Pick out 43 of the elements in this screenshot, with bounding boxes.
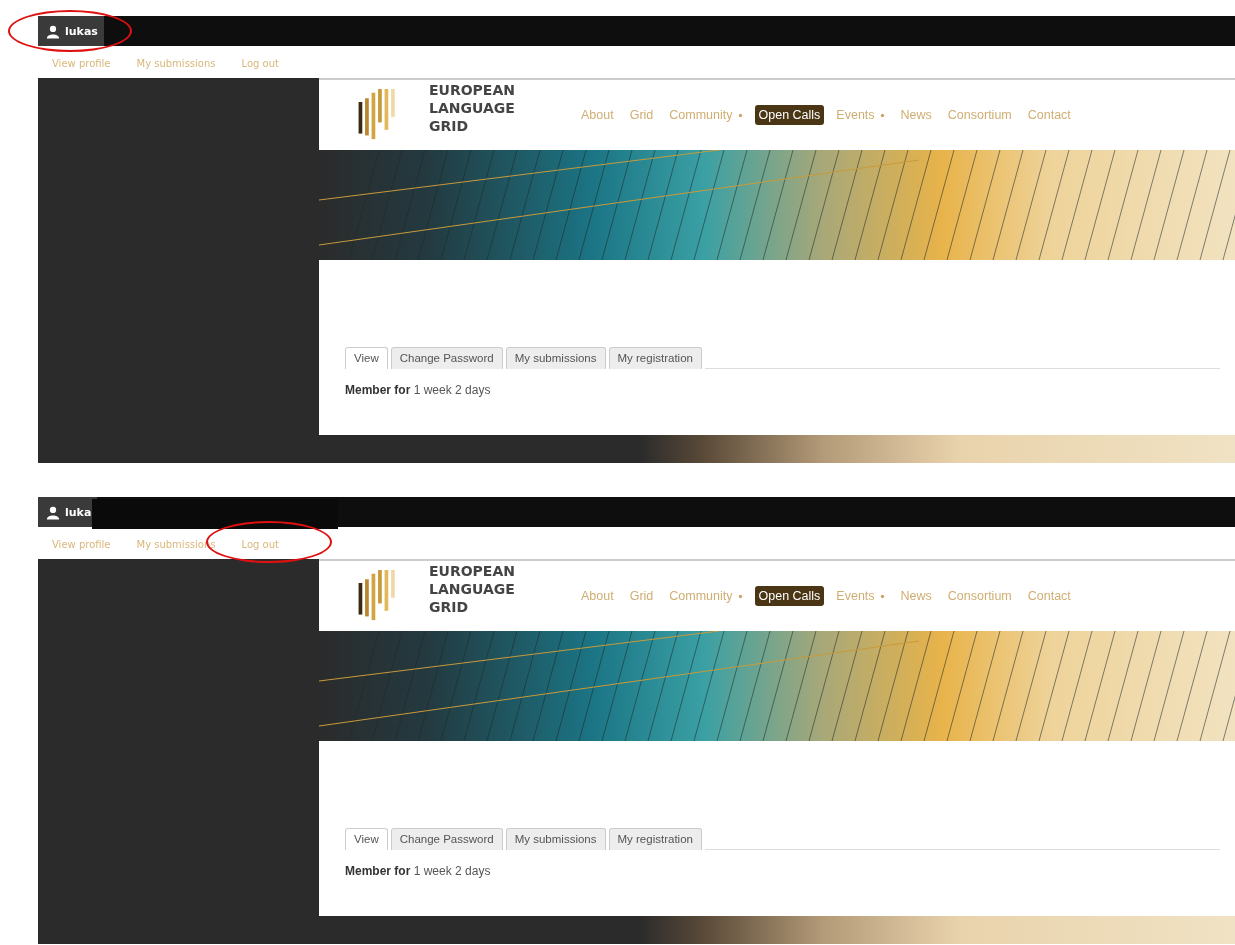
nav-link[interactable]: Community — [665, 586, 747, 606]
nav-link[interactable]: Contact — [1023, 105, 1075, 125]
nav-link[interactable]: Open Calls — [754, 586, 825, 606]
user-name: luka — [65, 505, 92, 519]
nav-link[interactable]: News — [896, 586, 936, 606]
user-menu[interactable]: lukas — [38, 16, 104, 46]
logo-text: GRID — [429, 117, 470, 135]
nav-link[interactable]: Community — [665, 105, 747, 125]
user-menu[interactable]: luka — [38, 497, 98, 527]
user-link[interactable]: My submissions — [136, 58, 216, 69]
nav-link[interactable]: Events — [832, 586, 889, 606]
nav-link[interactable]: Events — [832, 105, 889, 125]
nav-link[interactable]: About — [577, 586, 618, 606]
nav-link[interactable]: Grid — [625, 586, 658, 606]
member-since-text: Member for 1 week 2 days — [345, 864, 492, 878]
user-link[interactable]: View profile — [52, 539, 111, 550]
tab[interactable]: My submissions — [505, 347, 606, 369]
logo-text: LANGUAGE — [429, 99, 515, 117]
logo-text: GRID — [429, 598, 470, 616]
nav-link[interactable]: Grid — [625, 105, 658, 125]
nav-link[interactable]: About — [577, 105, 618, 125]
user-name: lukas — [65, 24, 98, 38]
nav-link[interactable]: Open Calls — [754, 105, 825, 125]
nav-link[interactable]: Consortium — [943, 105, 1016, 125]
member-since-text: Member for 1 week 2 days — [345, 383, 492, 397]
tab[interactable]: Change Password — [390, 347, 503, 369]
tab[interactable]: My submissions — [505, 828, 606, 850]
user-link[interactable]: Log out — [241, 539, 279, 550]
logo-text: EUROPEAN — [429, 562, 515, 580]
tab[interactable]: My registration — [608, 347, 702, 369]
user-icon — [46, 504, 60, 520]
nav-link[interactable]: Contact — [1023, 586, 1075, 606]
nav-link[interactable]: News — [896, 105, 936, 125]
logo-text: LANGUAGE — [429, 580, 515, 598]
tab[interactable]: View — [345, 828, 388, 850]
user-link[interactable]: Log out — [241, 58, 279, 69]
nav-link[interactable]: Consortium — [943, 586, 1016, 606]
user-link[interactable]: View profile — [52, 58, 111, 69]
user-icon — [46, 23, 60, 39]
tab[interactable]: My registration — [608, 828, 702, 850]
tab[interactable]: Change Password — [390, 828, 503, 850]
logo-text: EUROPEAN — [429, 81, 515, 99]
tab[interactable]: View — [345, 347, 388, 369]
